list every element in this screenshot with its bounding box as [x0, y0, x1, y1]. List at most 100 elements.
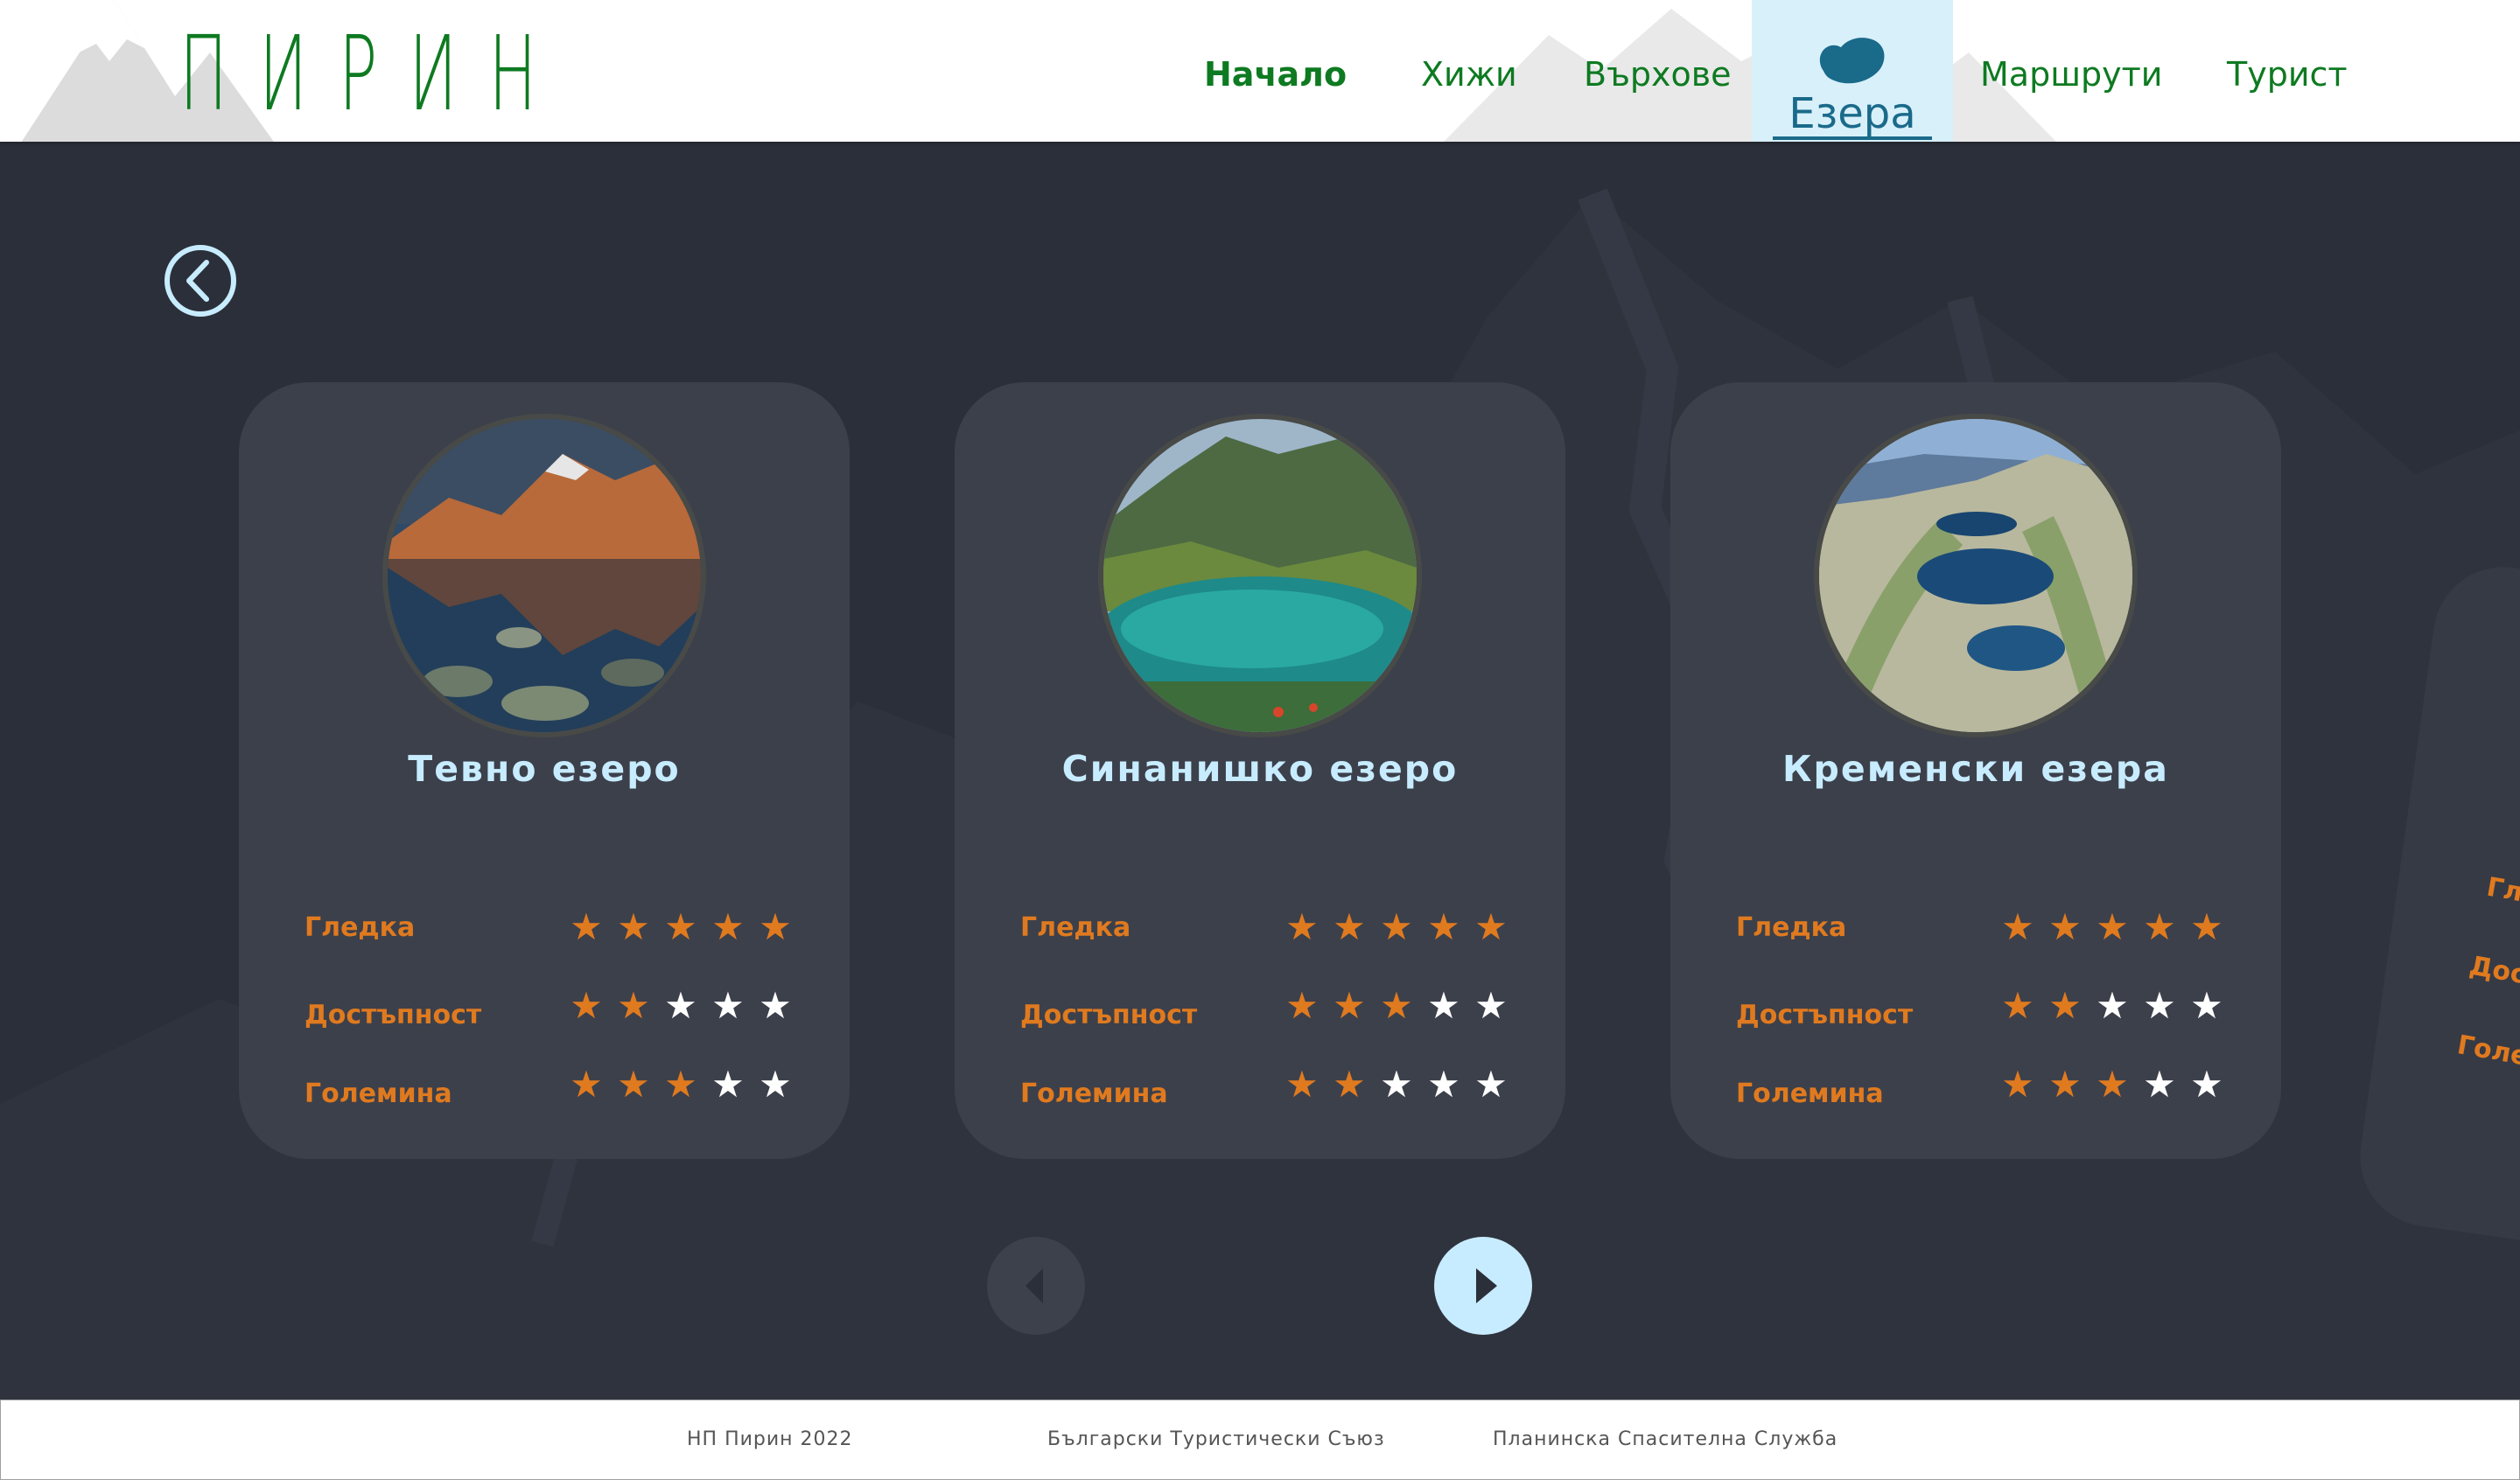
triangle-right-icon	[1476, 1268, 1497, 1303]
lake-photo	[1819, 419, 2132, 732]
lake-title: Тевно езеро	[408, 748, 681, 790]
star-rating: ★ ★ ★ ★ ★	[563, 1063, 799, 1107]
rating-label: Достъпност	[304, 1000, 482, 1030]
star-icon: ★	[711, 984, 745, 1027]
star-icon: ★	[1427, 905, 1460, 948]
mountain-watermark-icon	[1444, 9, 2056, 142]
nav-home[interactable]: Начало	[1204, 52, 1347, 96]
star-icon: ★	[1285, 905, 1319, 948]
footer-link-rescue-service[interactable]: Планинска Спасителна Служба	[1493, 1428, 1838, 1450]
star-icon: ★	[759, 905, 792, 948]
star-icon: ★	[1333, 984, 1366, 1027]
lake-icon	[1819, 38, 1885, 84]
prev-page-button[interactable]	[987, 1237, 1085, 1335]
rating-label: Гледка	[304, 912, 416, 943]
rating-label: Големина	[304, 1079, 452, 1109]
star-icon: ★	[1474, 905, 1508, 948]
triangle-left-icon	[1026, 1268, 1043, 1303]
star-icon: ★	[2143, 984, 2176, 1027]
star-icon: ★	[2001, 1063, 2034, 1106]
star-icon: ★	[664, 1063, 697, 1106]
star-rating: ★ ★ ★ ★ ★	[1278, 905, 1515, 949]
nav-huts[interactable]: Хижи	[1421, 52, 1517, 96]
star-icon: ★	[2143, 905, 2176, 948]
star-icon: ★	[2190, 984, 2223, 1027]
lake-card[interactable]: Кременски езера Гледка ★ ★ ★ ★ ★ Достъпност …	[1670, 382, 2281, 1159]
star-icon: ★	[2190, 1063, 2223, 1106]
star-icon: ★	[664, 984, 697, 1027]
star-icon: ★	[759, 984, 792, 1027]
site-logo[interactable]: ПИРИН	[179, 19, 568, 128]
rating-label: Достъпност	[1020, 1000, 1198, 1030]
lake-title: Синанишко езеро	[1061, 748, 1459, 790]
star-icon: ★	[664, 905, 697, 948]
partial-label-view: Гл	[2484, 871, 2520, 909]
rating-access: Достъпност ★ ★ ★ ★ ★	[1736, 984, 2252, 1030]
star-icon: ★	[1474, 1063, 1508, 1106]
rating-access: Достъпност ★ ★ ★ ★ ★	[1020, 984, 1536, 1030]
star-icon: ★	[2001, 905, 2034, 948]
lake-card[interactable]: Тевно езеро Гледка ★ ★ ★ ★ ★ Достъпност ★ ★ ★ ★…	[239, 382, 850, 1159]
footer-copyright: НП Пирин 2022	[687, 1428, 853, 1450]
star-rating: ★ ★ ★ ★ ★	[563, 905, 799, 949]
rating-label: Гледка	[1020, 912, 1131, 943]
site-header: ПИРИН Начало Хижи Върхове Езера Маршрути…	[0, 0, 2520, 142]
rating-size: Големина ★ ★ ★ ★ ★	[304, 1063, 821, 1109]
star-icon: ★	[2048, 905, 2082, 948]
lakes-carousel-section: Тевно езеро Гледка ★ ★ ★ ★ ★ Достъпност ★ ★ ★ ★…	[0, 142, 2520, 1400]
rating-label: Гледка	[1736, 912, 1847, 943]
site-footer: НП Пирин 2022 Български Туристически Съю…	[0, 1400, 2520, 1480]
back-button[interactable]	[163, 243, 238, 318]
star-rating: ★ ★ ★ ★ ★	[1278, 1063, 1515, 1107]
star-icon: ★	[570, 1063, 603, 1106]
rating-view: Гледка ★ ★ ★ ★ ★	[1736, 905, 2252, 949]
nav-tourist[interactable]: Турист	[2227, 52, 2348, 96]
rating-view: Гледка ★ ★ ★ ★ ★	[1020, 905, 1536, 949]
rating-size: Големина ★ ★ ★ ★ ★	[1020, 1063, 1536, 1109]
rating-label: Достъпност	[1736, 1000, 1914, 1030]
star-icon: ★	[759, 1063, 792, 1106]
nav-lakes-label: Езера	[1788, 89, 1916, 138]
star-icon: ★	[2096, 984, 2129, 1027]
star-icon: ★	[1427, 984, 1460, 1027]
rating-view: Гледка ★ ★ ★ ★ ★	[304, 905, 821, 949]
footer-link-tourist-union[interactable]: Български Туристически Съюз	[1047, 1428, 1385, 1450]
star-icon: ★	[711, 1063, 745, 1106]
star-rating: ★ ★ ★ ★ ★	[1994, 984, 2230, 1028]
lake-card[interactable]: Синанишко езеро Гледка ★ ★ ★ ★ ★ Достъпност …	[955, 382, 1565, 1159]
star-rating: ★ ★ ★ ★ ★	[1994, 905, 2230, 949]
lake-photo	[1103, 419, 1417, 732]
star-icon: ★	[1380, 984, 1413, 1027]
rating-access: Достъпност ★ ★ ★ ★ ★	[304, 984, 821, 1030]
star-icon: ★	[570, 905, 603, 948]
star-icon: ★	[1285, 984, 1319, 1027]
star-icon: ★	[2143, 1063, 2176, 1106]
next-page-button[interactable]	[1434, 1237, 1532, 1335]
star-icon: ★	[1380, 905, 1413, 948]
star-icon: ★	[1333, 905, 1366, 948]
star-icon: ★	[1333, 1063, 1366, 1106]
star-rating: ★ ★ ★ ★ ★	[1278, 984, 1515, 1028]
star-icon: ★	[617, 1063, 650, 1106]
star-icon: ★	[570, 984, 603, 1027]
lake-photo	[388, 419, 701, 732]
star-rating: ★ ★ ★ ★ ★	[563, 984, 799, 1028]
rating-size: Големина ★ ★ ★ ★ ★	[1736, 1063, 2252, 1109]
star-icon: ★	[711, 905, 745, 948]
rating-label: Големина	[1736, 1079, 1884, 1109]
nav-routes[interactable]: Маршрути	[1980, 52, 2162, 96]
star-icon: ★	[2190, 905, 2223, 948]
nav-peaks[interactable]: Върхове	[1584, 52, 1732, 96]
star-icon: ★	[1427, 1063, 1460, 1106]
star-icon: ★	[1380, 1063, 1413, 1106]
star-icon: ★	[2048, 1063, 2082, 1106]
star-icon: ★	[617, 905, 650, 948]
star-icon: ★	[1285, 1063, 1319, 1106]
star-icon: ★	[2096, 905, 2129, 948]
star-icon: ★	[2048, 984, 2082, 1027]
nav-active-underline	[1773, 136, 1932, 140]
star-icon: ★	[617, 984, 650, 1027]
star-rating: ★ ★ ★ ★ ★	[1994, 1063, 2230, 1107]
rating-label: Големина	[1020, 1079, 1168, 1109]
star-icon: ★	[1474, 984, 1508, 1027]
